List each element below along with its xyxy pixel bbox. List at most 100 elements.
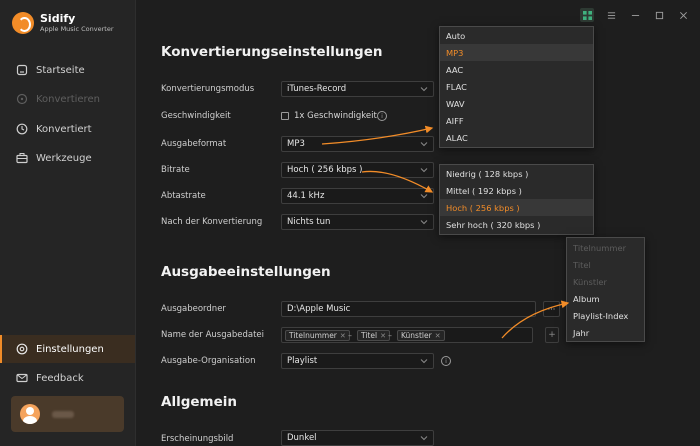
dropdown-option-selected[interactable]: Hoch ( 256 kbps ): [440, 199, 593, 216]
info-icon[interactable]: i: [441, 356, 451, 366]
chevron-down-icon: [420, 166, 428, 174]
app-subtitle: Apple Music Converter: [40, 24, 114, 33]
minimize-icon[interactable]: [628, 8, 642, 22]
sample-rate-select[interactable]: 44.1 kHz: [281, 188, 434, 204]
filename-tag[interactable]: Titelnummer ✕: [285, 330, 350, 341]
label-output-format: Ausgabeformat: [161, 139, 227, 149]
select-value: MP3: [287, 139, 305, 149]
close-icon[interactable]: [676, 8, 690, 22]
dropdown-option[interactable]: WAV: [440, 95, 593, 112]
avatar: [20, 404, 40, 424]
convert-icon: [16, 93, 28, 105]
sidebar-item-feedback[interactable]: Feedback: [0, 364, 135, 392]
label-output-filename: Name der Ausgabedatei: [161, 330, 264, 340]
dropdown-option[interactable]: AIFF: [440, 112, 593, 129]
chevron-down-icon: [420, 357, 428, 365]
clock-icon: [16, 123, 28, 135]
maximize-icon[interactable]: [652, 8, 666, 22]
speed-checkbox[interactable]: [281, 112, 289, 120]
label-output-organization: Ausgabe-Organisation: [161, 356, 256, 366]
filename-tags-field[interactable]: Titelnummer ✕ – Titel ✕ – Künstler ✕: [281, 327, 533, 343]
chevron-down-icon: [420, 218, 428, 226]
speed-checkbox-label: 1x Geschwindigkeit: [294, 111, 377, 121]
output-folder-value: D:\Apple Music: [287, 304, 351, 314]
sidebar-item-label: Einstellungen: [36, 343, 104, 355]
sidebar-item-home[interactable]: Startseite: [0, 56, 135, 84]
dropdown-option[interactable]: Mittel ( 192 kbps ): [440, 182, 593, 199]
dropdown-option-disabled: Titel: [573, 259, 591, 270]
gear-icon: [16, 343, 28, 355]
output-organization-select[interactable]: Playlist: [281, 353, 434, 369]
chevron-down-icon: [420, 140, 428, 148]
sidebar-item-convert[interactable]: Konvertieren: [0, 85, 135, 113]
select-value: Playlist: [287, 356, 318, 366]
dropdown-option-disabled: Titelnummer: [573, 242, 626, 253]
format-dropdown: Auto MP3 AAC FLAC WAV AIFF ALAC: [439, 26, 594, 148]
dropdown-option-disabled: Künstler: [573, 276, 607, 287]
select-value: Dunkel: [287, 433, 317, 443]
menu-icon[interactable]: [604, 8, 618, 22]
sidify-logo-icon: [12, 12, 34, 34]
app-logo: Sidify Apple Music Converter: [12, 12, 114, 34]
sidebar-item-converted[interactable]: Konvertiert: [0, 115, 135, 143]
tag-dropdown: Titelnummer Titel Künstler Album Playlis…: [566, 237, 645, 342]
after-conversion-select[interactable]: Nichts tun: [281, 214, 434, 230]
appearance-select[interactable]: Dunkel: [281, 430, 434, 446]
bitrate-select[interactable]: Hoch ( 256 kbps ): [281, 162, 434, 178]
label-speed: Geschwindigkeit: [161, 111, 231, 121]
bitrate-dropdown: Niedrig ( 128 kbps ) Mittel ( 192 kbps )…: [439, 164, 594, 235]
dropdown-option[interactable]: Jahr: [567, 324, 644, 341]
label-appearance: Erscheinungsbild: [161, 434, 234, 444]
select-value: iTunes-Record: [287, 84, 347, 94]
dropdown-option[interactable]: AAC: [440, 61, 593, 78]
section-title-general: Allgemein: [161, 394, 237, 410]
user-account-card[interactable]: [11, 396, 124, 432]
chevron-down-icon: [420, 192, 428, 200]
conversion-mode-select[interactable]: iTunes-Record: [281, 81, 434, 97]
app-window: Sidify Apple Music Converter Startseite …: [0, 0, 700, 446]
chevron-down-icon: [420, 85, 428, 93]
section-title-conversion: Konvertierungseinstellungen: [161, 44, 383, 60]
select-value: Hoch ( 256 kbps ): [287, 165, 363, 175]
sidebar: Sidify Apple Music Converter Startseite …: [0, 0, 136, 446]
filename-tag[interactable]: Titel ✕: [357, 330, 390, 341]
dropdown-option[interactable]: Album: [567, 290, 644, 307]
add-tag-button[interactable]: +: [545, 327, 559, 343]
sidebar-item-label: Konvertieren: [36, 93, 100, 105]
info-icon[interactable]: i: [377, 111, 387, 121]
dropdown-option[interactable]: Auto: [440, 27, 593, 44]
dropdown-option[interactable]: Playlist-Index: [567, 307, 644, 324]
close-icon[interactable]: ✕: [340, 332, 346, 340]
close-icon[interactable]: ✕: [435, 332, 441, 340]
dropdown-option[interactable]: ALAC: [440, 129, 593, 146]
select-value: 44.1 kHz: [287, 191, 325, 201]
sidebar-item-settings[interactable]: Einstellungen: [0, 335, 135, 363]
dropdown-option-selected[interactable]: MP3: [440, 44, 593, 61]
grid-icon[interactable]: [580, 8, 594, 22]
sidebar-item-label: Feedback: [36, 372, 84, 384]
output-folder-field[interactable]: D:\Apple Music: [281, 301, 536, 317]
output-format-select[interactable]: MP3: [281, 136, 434, 152]
label-sample-rate: Abtastrate: [161, 191, 206, 201]
close-icon[interactable]: ✕: [380, 332, 386, 340]
label-output-folder: Ausgabeordner: [161, 304, 226, 314]
dropdown-option[interactable]: FLAC: [440, 78, 593, 95]
section-title-output: Ausgabeeinstellungen: [161, 264, 331, 280]
sidebar-item-label: Startseite: [36, 64, 85, 76]
label-bitrate: Bitrate: [161, 165, 190, 175]
label-after-conversion: Nach der Konvertierung: [161, 217, 263, 227]
sidebar-item-tools[interactable]: Werkzeuge: [0, 144, 135, 172]
filename-tag[interactable]: Künstler ✕: [397, 330, 445, 341]
sidebar-item-label: Konvertiert: [36, 123, 92, 135]
mail-icon: [16, 372, 28, 384]
dropdown-option[interactable]: Niedrig ( 128 kbps ): [440, 165, 593, 182]
browse-folder-button[interactable]: ···: [543, 301, 560, 317]
select-value: Nichts tun: [287, 217, 331, 227]
tag-separator: –: [388, 331, 392, 340]
tag-separator: –: [348, 331, 352, 340]
window-controls: [580, 0, 700, 30]
dropdown-option[interactable]: Sehr hoch ( 320 kbps ): [440, 216, 593, 233]
label-conversion-mode: Konvertierungsmodus: [161, 84, 255, 94]
sidebar-item-label: Werkzeuge: [36, 152, 92, 164]
user-name-blurred: [52, 410, 74, 418]
